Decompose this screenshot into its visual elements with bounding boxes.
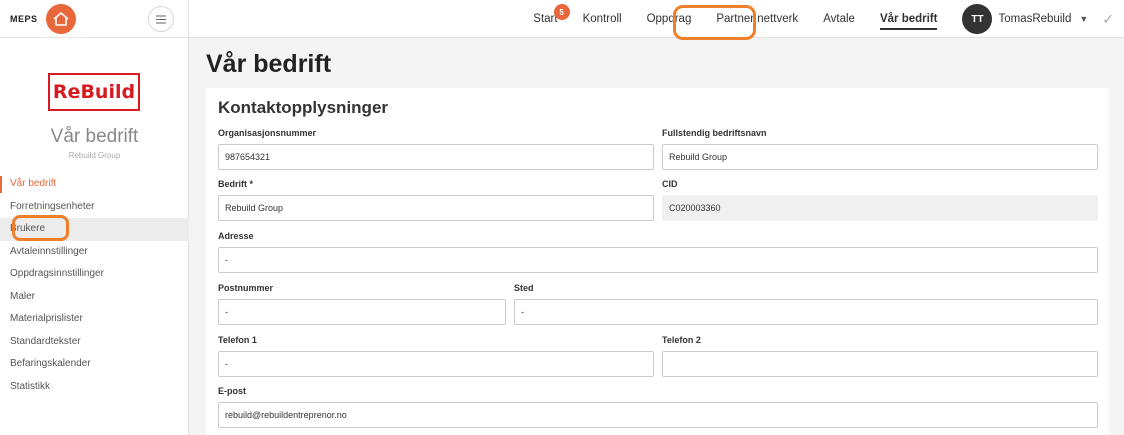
sidebar-item-avtaleinnstillinger[interactable]: Avtaleinnstillinger [0,241,189,264]
email-input[interactable] [218,402,1098,428]
sidebar-item-maler[interactable]: Maler [0,286,189,309]
top-nav: Start 5 Kontroll Oppdrag Partner nettver… [533,0,1124,38]
contact-title: Kontaktopplysninger [218,98,389,117]
user-avatar[interactable]: TT [962,4,993,34]
top-bar: Start 5 Kontroll Oppdrag Partner nettver… [189,0,1124,38]
notification-badge: 5 [553,4,570,20]
city-label: Sted [514,283,534,293]
phone2-label: Telefon 2 [662,335,701,345]
sidebar-item-befaringskalender[interactable]: Befaringskalender [0,353,189,376]
topnav-partner-nettverk[interactable]: Partner nettverk [716,13,798,25]
company-name: Vår bedrift [50,126,139,147]
org-number-label: Organisasjonsnummer [218,128,317,138]
topnav-avtale[interactable]: Avtale [823,13,855,25]
sidebar-item-materialprislister[interactable]: Materialprislister [0,308,189,331]
sidebar-item-standardtekster[interactable]: Standardtekster [0,331,189,354]
chevron-down-icon[interactable]: ▼ [1079,14,1088,24]
cid-input [662,195,1098,221]
sidebar-item-forretningsenheter[interactable]: Forretningsenheter [0,196,189,219]
company-label: Bedrift * [218,179,254,189]
company-logo: ReBuild [48,73,140,111]
org-number-input[interactable] [218,144,654,170]
phone1-label: Telefon 1 [218,335,257,345]
brand-name: MEPS [10,13,38,24]
address-input[interactable] [218,247,1098,273]
check-icon[interactable]: ✓ [1102,11,1114,28]
phone1-input[interactable] [218,351,654,377]
company-input[interactable] [218,195,654,221]
address-label: Adresse [218,231,254,241]
sidebar-item-statistikk[interactable]: Statistikk [0,376,189,399]
contact-card: Kontaktopplysninger Organisasjonsnummer … [206,88,1109,435]
topnav-kontroll[interactable]: Kontroll [583,13,622,25]
menu-icon[interactable] [148,6,174,32]
sidebar-item-brukere[interactable]: Brukere [0,218,189,241]
company-subtitle: Rebuild Group [68,151,121,160]
sidebar-item-var-bedrift[interactable]: Vår bedrift [0,173,189,196]
email-label: E-post [218,386,246,396]
user-name[interactable]: TomasRebuild [998,13,1071,25]
postal-code-input[interactable] [218,299,506,325]
topnav-oppdrag[interactable]: Oppdrag [647,13,692,25]
cid-label: CID [662,179,678,189]
full-company-name-input[interactable] [662,144,1098,170]
postal-code-label: Postnummer [218,283,274,293]
brand-home-icon[interactable] [45,3,76,34]
city-input[interactable] [514,299,1098,325]
topnav-var-bedrift[interactable]: Vår bedrift [879,13,938,30]
full-company-name-label: Fullstendig bedriftsnavn [662,128,767,138]
sidebar-nav: Vår bedrift Forretningsenheter Brukere A… [0,173,189,398]
sidebar: MEPS ReBuild Vår bedrift Rebuild Group V… [0,0,189,435]
page-title: Vår bedrift [206,50,332,78]
topnav-start[interactable]: Start 5 [533,4,570,25]
phone2-input[interactable] [662,351,1098,377]
sidebar-item-oppdragsinnstillinger[interactable]: Oppdragsinnstillinger [0,263,189,286]
